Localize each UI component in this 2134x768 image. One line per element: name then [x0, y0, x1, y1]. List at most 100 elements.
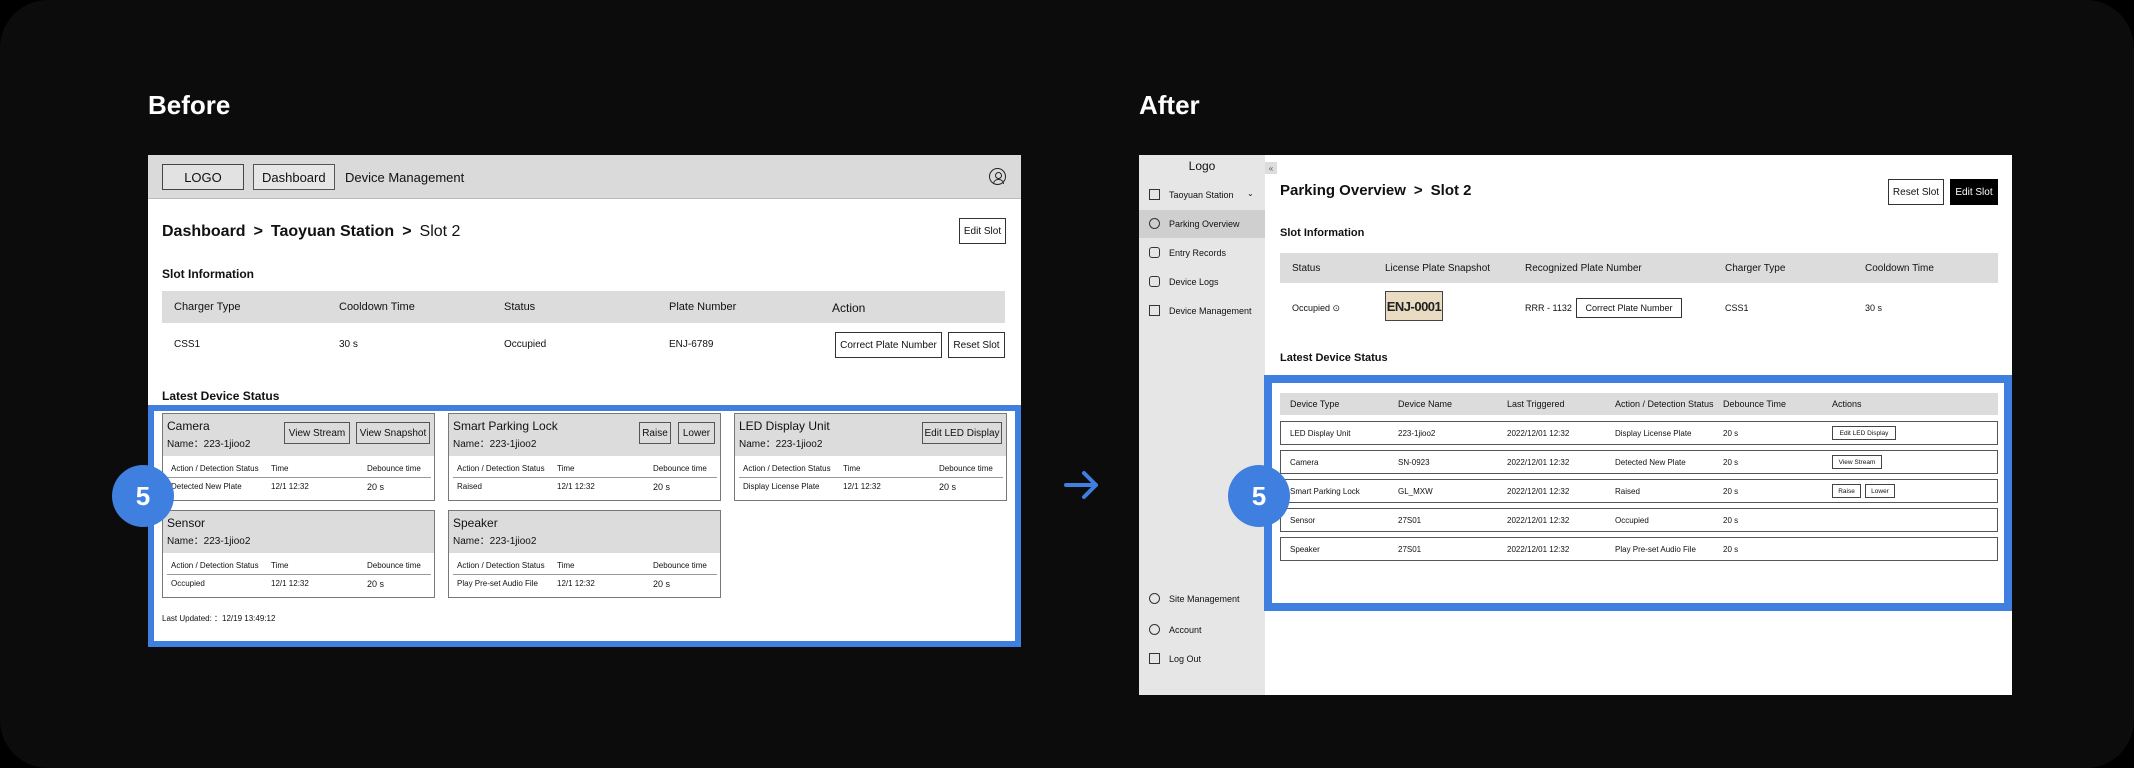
card-title: LED Display Unit: [739, 419, 830, 433]
col-action-status: Action / Detection Status: [171, 561, 259, 570]
cell-last-triggered: 2022/12/01 12:32: [1507, 545, 1570, 554]
card-columns: Action / Detection Status Time Debounce …: [167, 561, 431, 575]
sidebar-item-entry-records[interactable]: Entry Records: [1139, 239, 1265, 267]
cell-device-type: Camera: [1290, 458, 1319, 467]
building-icon: [1149, 189, 1160, 200]
charger-type-value: CSS1: [174, 339, 201, 350]
card-values: Display License Plate 12/1 12:32 20 s: [739, 482, 1003, 496]
edit-led-display-button[interactable]: Edit LED Display: [1832, 426, 1896, 440]
status-value: Occupied ⊙: [1292, 303, 1341, 313]
table-row-speaker: Speaker 27S01 2022/12/01 12:32 Play Pre-…: [1280, 537, 1998, 561]
cell-device-name: 223-1jioo2: [1398, 429, 1436, 438]
cell-device-type: Smart Parking Lock: [1290, 487, 1360, 496]
col-action-status: Action / Detection Status: [457, 464, 545, 473]
arrow-right-icon: [1064, 471, 1098, 499]
nav-device-management[interactable]: Device Management: [345, 164, 464, 190]
correct-plate-button[interactable]: Correct Plate Number: [1576, 298, 1682, 318]
view-stream-button[interactable]: View Stream: [1832, 455, 1882, 469]
col-time: Time: [271, 464, 289, 473]
card-title: Sensor: [167, 516, 206, 530]
debounce-value: 20 s: [367, 579, 385, 589]
user-icon[interactable]: [989, 168, 1006, 185]
collapse-sidebar-button[interactable]: «: [1265, 162, 1277, 174]
cell-action-status: Play Pre-set Audio File: [1615, 545, 1696, 554]
cell-action-status: Occupied: [1615, 516, 1649, 525]
col-charger-type: Charger Type: [1725, 263, 1786, 274]
breadcrumb-parking-overview[interactable]: Parking Overview: [1280, 182, 1406, 199]
col-debounce: Debounce time: [939, 464, 993, 473]
card-values: Raised 12/1 12:32 20 s: [453, 482, 717, 496]
sidebar-item-station[interactable]: Taoyuan Station ⌄: [1139, 181, 1265, 209]
table-row-smart-parking-lock: Smart Parking Lock GL_MXW 2022/12/01 12:…: [1280, 479, 1998, 503]
view-snapshot-button[interactable]: View Snapshot: [356, 422, 430, 444]
card-title: Camera: [167, 419, 210, 433]
col-time: Time: [557, 561, 575, 570]
card-device-name: Name：223-1jioo2: [167, 536, 251, 547]
device-card-led-display: LED Display Unit Name：223-1jioo2 Edit LE…: [734, 413, 1007, 501]
edit-led-display-button[interactable]: Edit LED Display: [922, 422, 1002, 444]
sidebar-item-label: Log Out: [1169, 654, 1202, 664]
card-header: Camera Name：223-1jioo2 View Stream View …: [163, 414, 434, 456]
cell-debounce: 20 s: [1723, 516, 1739, 525]
sidebar-item-device-logs[interactable]: Device Logs: [1139, 268, 1265, 296]
before-screen: LOGO Dashboard Device Management Dashboa…: [148, 155, 1021, 647]
col-device-name: Device Name: [1398, 399, 1453, 409]
charger-type-value: CSS1: [1725, 303, 1749, 313]
sidebar-item-label: Site Management: [1169, 594, 1240, 604]
step-badge-before: 5: [112, 465, 174, 527]
table-row-camera: Camera SN-0923 2022/12/01 12:32 Detected…: [1280, 450, 1998, 474]
col-last-triggered: Last Triggered: [1507, 399, 1565, 409]
nav-dashboard[interactable]: Dashboard: [253, 164, 335, 190]
card-columns: Action / Detection Status Time Debounce …: [167, 464, 431, 478]
sidebar-item-device-management[interactable]: Device Management: [1139, 297, 1265, 325]
correct-plate-button[interactable]: Correct Plate Number: [835, 332, 942, 358]
lower-button[interactable]: Lower: [1865, 484, 1895, 498]
breadcrumb-dashboard[interactable]: Dashboard: [162, 223, 246, 240]
breadcrumb-station[interactable]: Taoyuan Station: [271, 223, 394, 240]
table-row-sensor: Sensor 27S01 2022/12/01 12:32 Occupied 2…: [1280, 508, 1998, 532]
time-value: 12/1 12:32: [557, 482, 595, 491]
last-updated: Last Updated: ：12/19 13:49:12: [162, 614, 276, 623]
sidebar-item-site-management[interactable]: Site Management: [1139, 585, 1265, 613]
plate-number-value: ENJ-6789: [669, 339, 714, 350]
card-device-name: Name：223-1jioo2: [739, 439, 823, 450]
time-value: 12/1 12:32: [271, 579, 309, 588]
card-columns: Action / Detection Status Time Debounce …: [739, 464, 1003, 478]
sidebar-item-label: Device Logs: [1169, 277, 1219, 287]
cell-debounce: 20 s: [1723, 458, 1739, 467]
logo[interactable]: Logo: [1139, 159, 1265, 173]
logo[interactable]: LOGO: [162, 164, 244, 190]
cell-action-status: Raised: [1615, 487, 1640, 496]
col-debounce: Debounce time: [367, 561, 421, 570]
slot-information-title: Slot Information: [1280, 227, 1365, 239]
col-action-status: Action / Detection Status: [1615, 399, 1714, 409]
cell-last-triggered: 2022/12/01 12:32: [1507, 429, 1570, 438]
chevron-down-icon: ⌄: [1247, 189, 1254, 198]
sidebar-item-log-out[interactable]: Log Out: [1139, 645, 1265, 673]
lower-button[interactable]: Lower: [678, 422, 715, 444]
breadcrumb-slot: Slot 2: [1430, 182, 1472, 199]
view-stream-button[interactable]: View Stream: [284, 422, 350, 444]
action-value: Detected New Plate: [171, 482, 242, 491]
car-icon: [1149, 247, 1160, 258]
action-value: Occupied: [171, 579, 205, 588]
plate-snapshot-image[interactable]: ENJ-0001: [1385, 291, 1443, 321]
debounce-value: 20 s: [367, 482, 385, 492]
raise-button[interactable]: Raise: [1832, 484, 1861, 498]
reset-slot-button[interactable]: Reset Slot: [1888, 179, 1944, 205]
cell-device-name: SN-0923: [1398, 458, 1430, 467]
cell-device-type: Sensor: [1290, 516, 1316, 525]
card-header: Smart Parking Lock Name：223-1jioo2 Raise…: [449, 414, 720, 456]
card-columns: Action / Detection Status Time Debounce …: [453, 561, 717, 575]
reset-slot-button[interactable]: Reset Slot: [948, 332, 1005, 358]
edit-slot-button[interactable]: Edit Slot: [959, 218, 1006, 244]
slot-table-header: Charger Type Cooldown Time Status Plate …: [162, 291, 1005, 323]
edit-slot-button[interactable]: Edit Slot: [1950, 179, 1998, 205]
cell-device-type: LED Display Unit: [1290, 429, 1351, 438]
cooldown-value: 30 s: [339, 339, 358, 350]
user-icon: [1149, 624, 1160, 635]
sidebar-item-account[interactable]: Account: [1139, 616, 1265, 644]
raise-button[interactable]: Raise: [639, 422, 671, 444]
sidebar-item-parking-overview[interactable]: Parking Overview: [1139, 210, 1265, 238]
plate-number-value: RRR - 1132: [1525, 303, 1572, 313]
